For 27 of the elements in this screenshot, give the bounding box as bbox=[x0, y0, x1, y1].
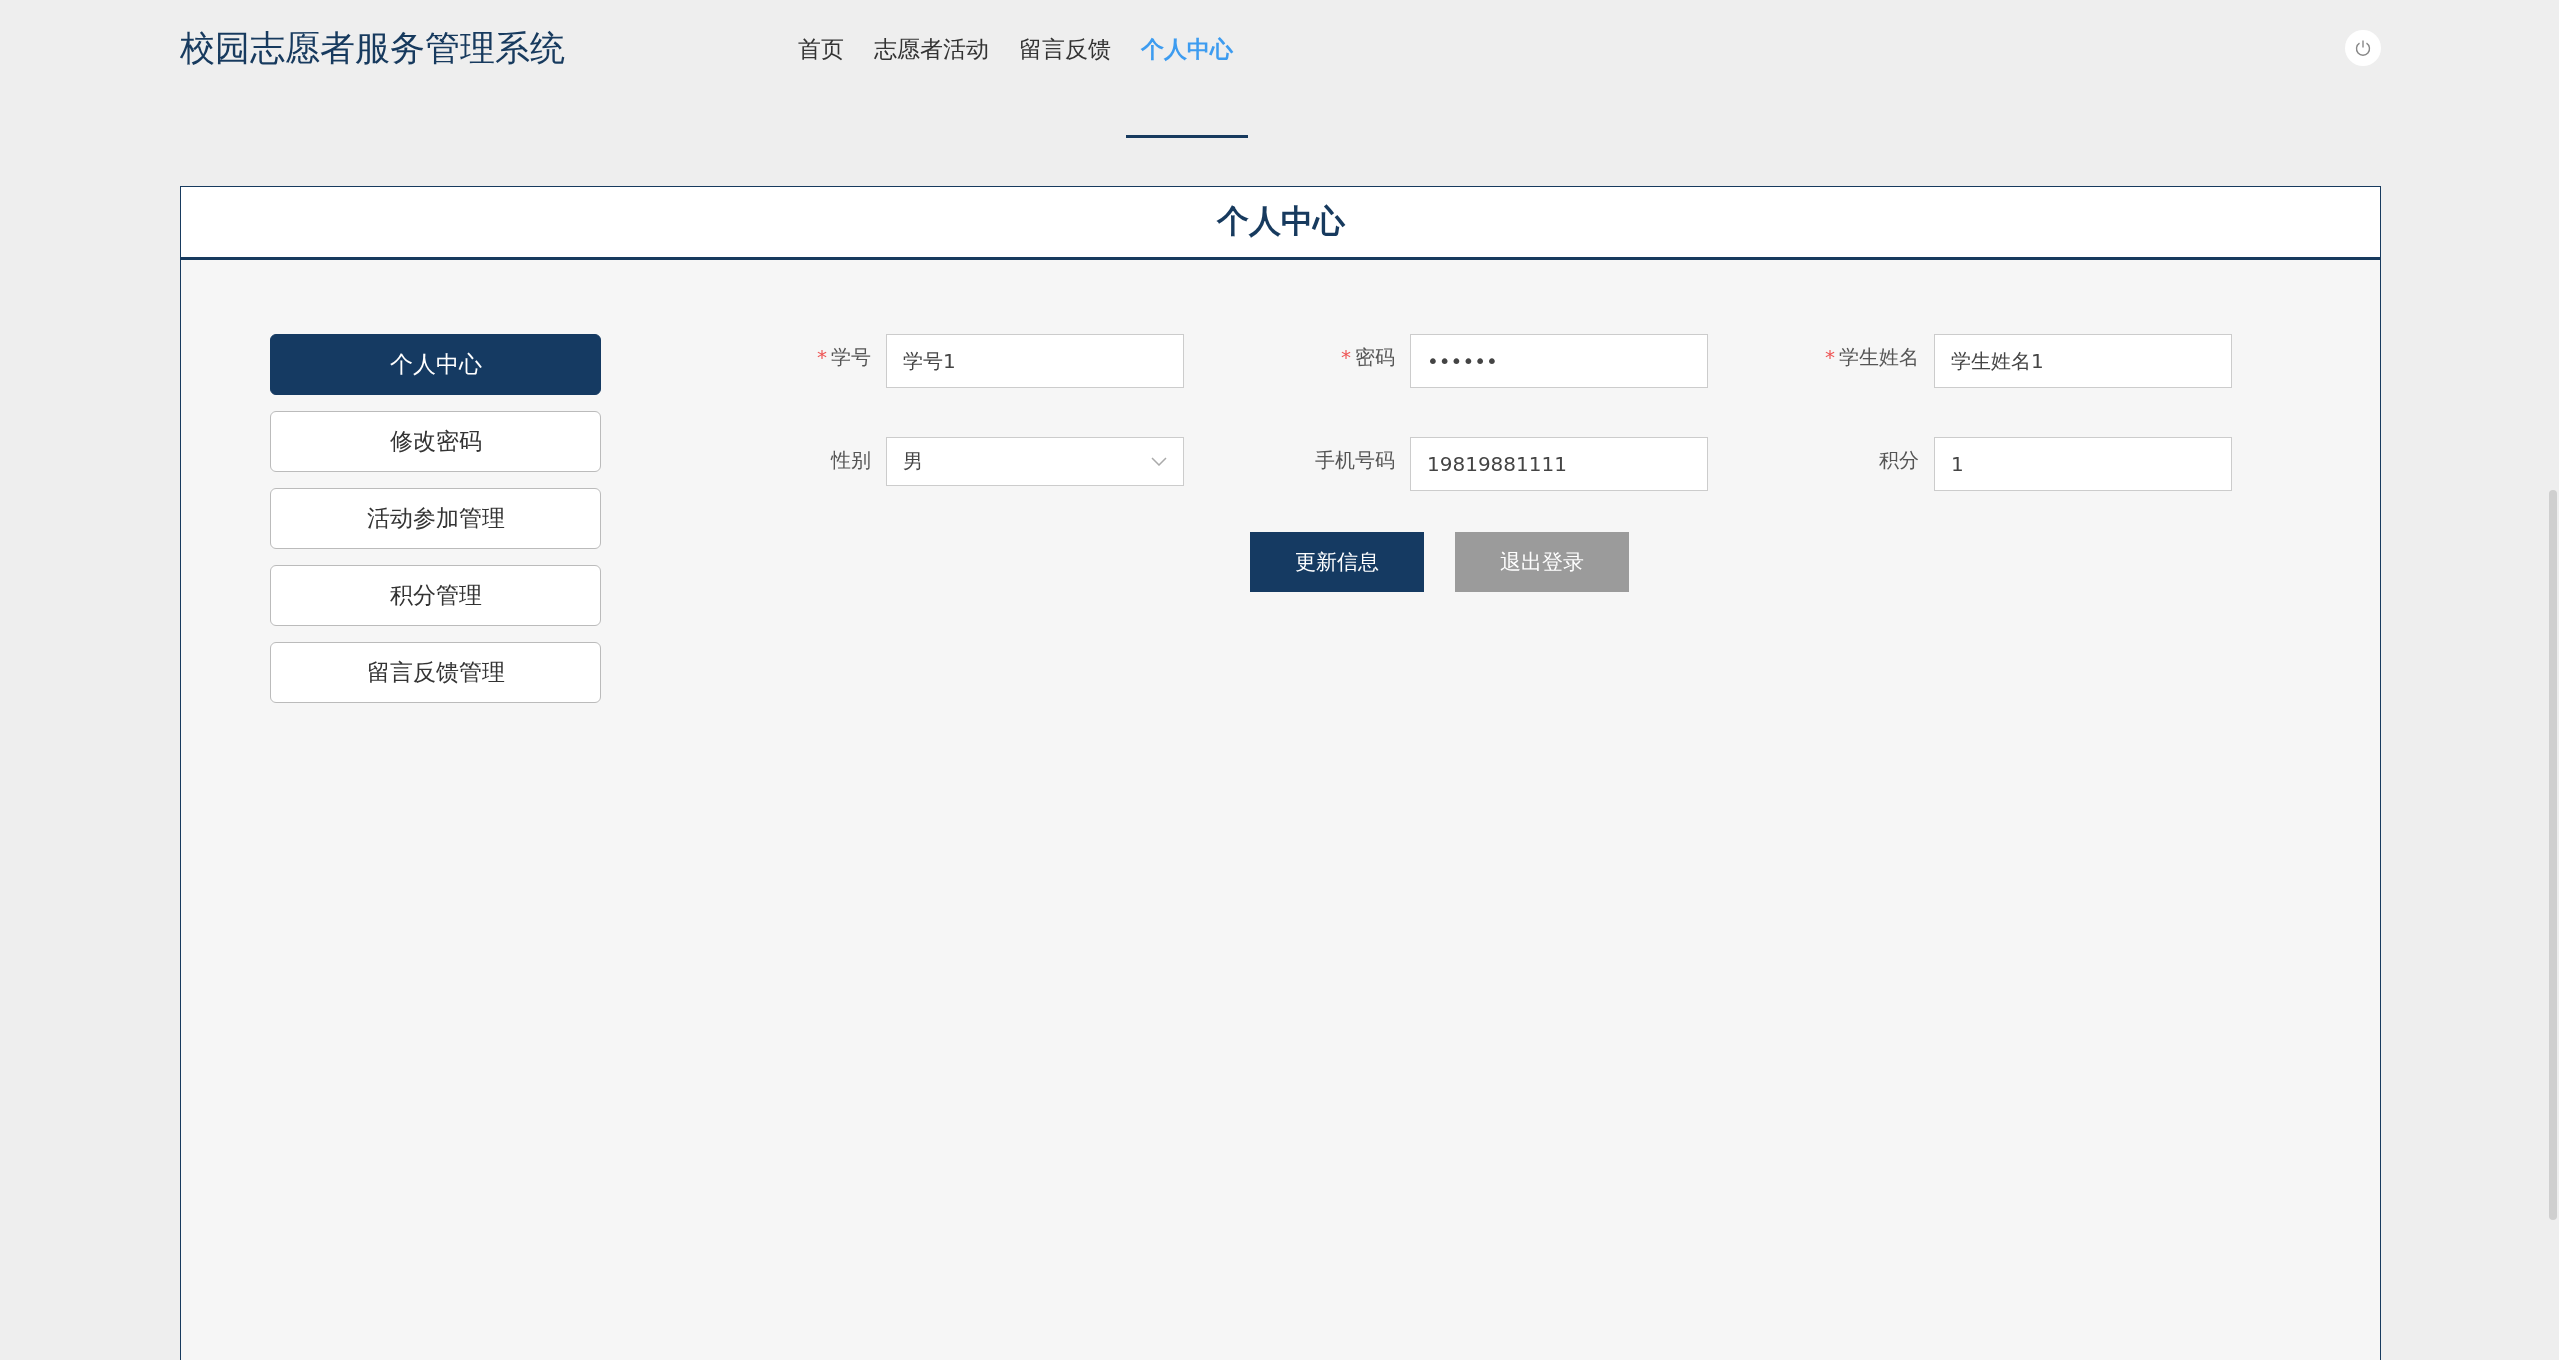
power-button[interactable] bbox=[2345, 30, 2381, 66]
nav-tab[interactable]: 志愿者活动 bbox=[859, 0, 1004, 138]
chevron-down-icon bbox=[1151, 457, 1167, 466]
sidebar-item[interactable]: 留言反馈管理 bbox=[270, 642, 601, 703]
nav-tab[interactable]: 首页 bbox=[783, 0, 859, 138]
field-label: * 密码 bbox=[1340, 344, 1395, 371]
input-field[interactable]: 学生姓名1 bbox=[1934, 334, 2232, 388]
scrollbar[interactable] bbox=[2549, 490, 2557, 1220]
power-icon bbox=[2354, 39, 2372, 57]
input-field[interactable]: 19819881111 bbox=[1410, 437, 1708, 491]
field-label: * 学号 bbox=[816, 344, 871, 371]
select-field[interactable]: 男 bbox=[886, 437, 1184, 486]
field-label: * 学生姓名 bbox=[1824, 344, 1919, 371]
input-field[interactable]: 1 bbox=[1934, 437, 2232, 491]
update-button[interactable]: 更新信息 bbox=[1250, 532, 1424, 592]
field-label: 积分 bbox=[1878, 447, 1919, 474]
sidebar-item[interactable]: 个人中心 bbox=[270, 334, 601, 395]
sidebar-item[interactable]: 活动参加管理 bbox=[270, 488, 601, 549]
password-field[interactable]: •••••• bbox=[1410, 334, 1708, 388]
sidebar-item[interactable]: 积分管理 bbox=[270, 565, 601, 626]
field-label: 手机号码 bbox=[1314, 447, 1395, 474]
panel-title: 个人中心 bbox=[1216, 201, 1345, 242]
nav-tab[interactable]: 留言反馈 bbox=[1004, 0, 1126, 138]
field-label: 性别 bbox=[829, 447, 871, 474]
input-field[interactable]: 学号1 bbox=[886, 334, 1184, 388]
site-title: 校园志愿者服务管理系统 bbox=[180, 26, 566, 70]
sidebar-item[interactable]: 修改密码 bbox=[270, 411, 601, 472]
